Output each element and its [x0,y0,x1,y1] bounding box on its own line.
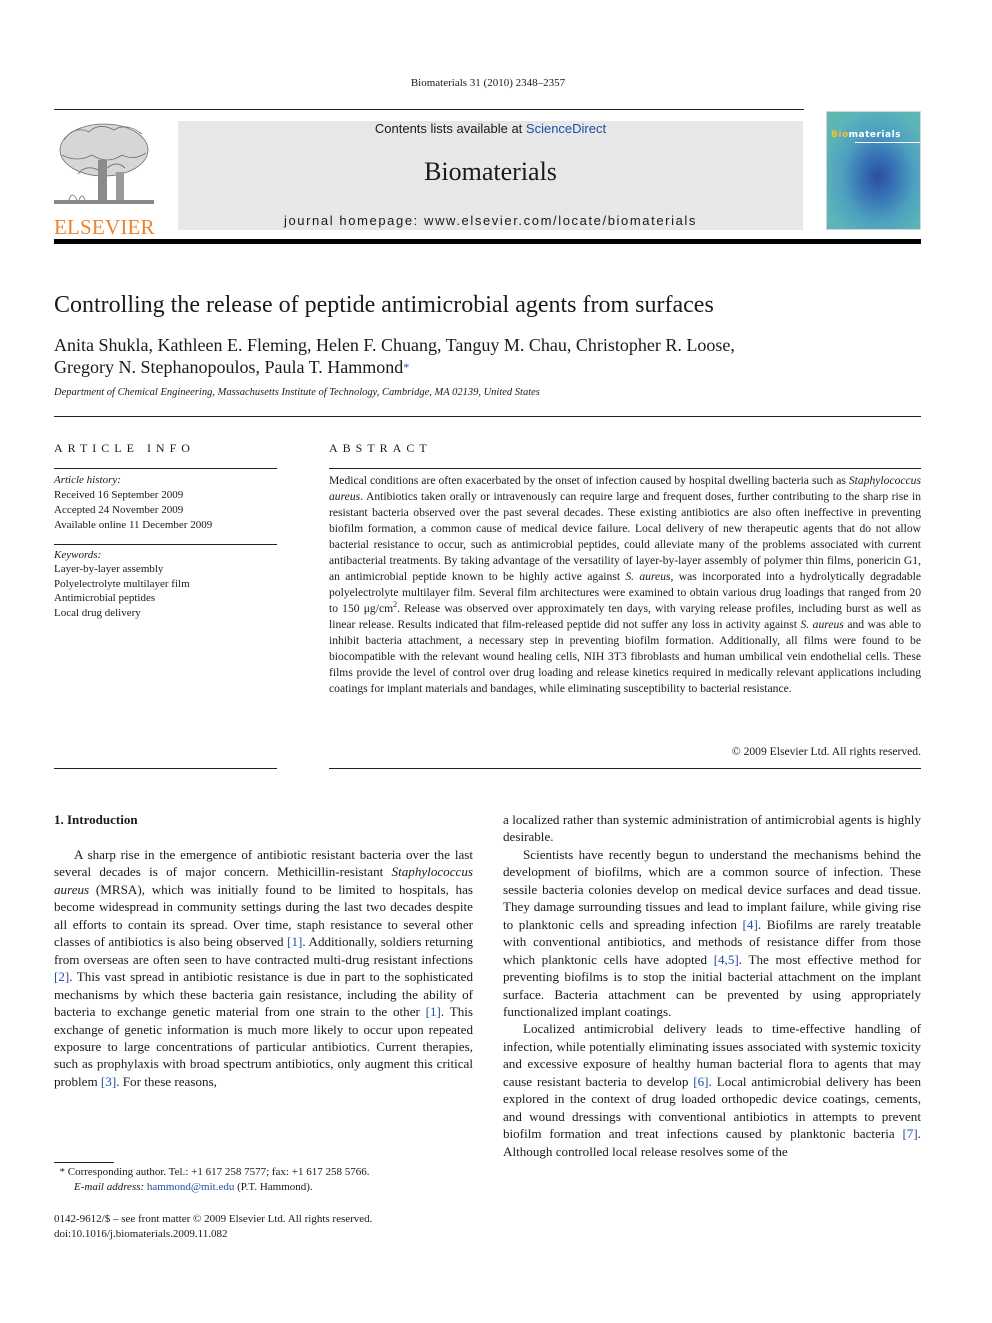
corresponding-author-link[interactable]: * [403,360,409,374]
section-rule [54,416,921,417]
body-column-right: a localized rather than systemic adminis… [503,811,921,1160]
email-link[interactable]: hammond@mit.edu [147,1181,234,1193]
footnote-line: * Corresponding author. Tel.: +1 617 258… [59,1166,370,1178]
abstract-rule [329,768,921,769]
keyword: Layer-by-layer assembly [54,563,164,576]
citation-link[interactable]: [1] [287,934,302,949]
introduction-heading: 1. Introduction [54,812,138,827]
article-info-rule [54,468,277,469]
history-online: Available online 11 December 2009 [54,519,213,531]
abstract-text: Medical conditions are often exacerbated… [329,474,921,695]
issn-line: 0142-9612/$ – see front matter © 2009 El… [54,1213,373,1225]
keyword: Local drug delivery [54,606,141,619]
abstract-copyright: © 2009 Elsevier Ltd. All rights reserved… [731,745,921,758]
citation-link[interactable]: [4,5] [714,952,739,967]
journal-banner: Contents lists available at ScienceDirec… [178,121,803,230]
author-list: Anita Shukla, Kathleen E. Fleming, Helen… [54,334,914,378]
citation-link[interactable]: [1] [426,1004,441,1019]
abstract-heading: ABSTRACT [329,441,432,455]
journal-citation: Biomaterials 31 (2010) 2348–2357 [410,77,566,89]
article-info-heading: ARTICLE INFO [54,441,195,455]
sciencedirect-link[interactable]: ScienceDirect [526,121,606,136]
history-accepted: Accepted 24 November 2009 [54,504,184,516]
publisher-logo[interactable]: ELSEVIER [54,120,156,238]
citation-link[interactable]: [6] [693,1074,708,1089]
footnote-rule [54,1162,114,1163]
header-rule [54,109,804,110]
paragraph: Scientists have recently begun to unders… [503,846,921,1019]
journal-cover-image[interactable]: Biomaterials [826,111,921,230]
citation-link[interactable]: [7] [902,1126,917,1141]
article-info-rule [54,768,277,769]
authors-line-1: Anita Shukla, Kathleen E. Fleming, Helen… [54,335,735,355]
doi-link[interactable]: doi:10.1016/j.biomaterials.2009.11.082 [54,1227,372,1242]
article-title: Controlling the release of peptide antim… [54,292,714,318]
history-received: Received 16 September 2009 [54,489,184,501]
paragraph: A sharp rise in the emergence of antibio… [54,847,473,1089]
footnote: * Corresponding author. Tel.: +1 617 258… [54,1165,370,1195]
footnote-email-line: E-mail address: hammond@mit.edu (P.T. Ha… [74,1181,313,1193]
keyword: Polyelectrolyte multilayer film [54,577,190,590]
cover-line [855,142,920,143]
article-history: Article history: Received 16 September 2… [54,473,212,533]
front-matter: 0142-9612/$ – see front matter © 2009 El… [54,1212,372,1242]
body-column-left: A sharp rise in the emergence of antibio… [54,846,473,1090]
citation-link[interactable]: [4] [743,917,758,932]
contents-line: Contents lists available at ScienceDirec… [374,121,607,136]
history-label: Article history: [54,474,121,486]
keywords: Keywords: Layer-by-layer assembly Polyel… [54,548,190,620]
keyword: Antimicrobial peptides [54,592,156,605]
header-thick-rule [54,239,921,244]
journal-homepage-link[interactable]: journal homepage: www.elsevier.com/locat… [178,213,803,228]
citation-link[interactable]: [2] [54,969,69,984]
citation-link[interactable]: [3] [101,1074,116,1089]
paragraph: a localized rather than systemic adminis… [503,812,921,845]
elsevier-tree-icon [54,123,154,204]
authors-line-2: Gregory N. Stephanopoulos, Paula T. Hamm… [54,357,410,377]
affiliation: Department of Chemical Engineering, Mass… [54,387,540,398]
journal-name: Biomaterials [424,157,557,186]
cover-title: Biomaterials [831,130,902,140]
paragraph: Localized antimicrobial delivery leads t… [503,1021,921,1159]
abstract-rule [329,468,921,469]
keywords-label: Keywords: [54,549,102,561]
article-info-rule [54,544,277,545]
publisher-wordmark: ELSEVIER [54,215,155,239]
